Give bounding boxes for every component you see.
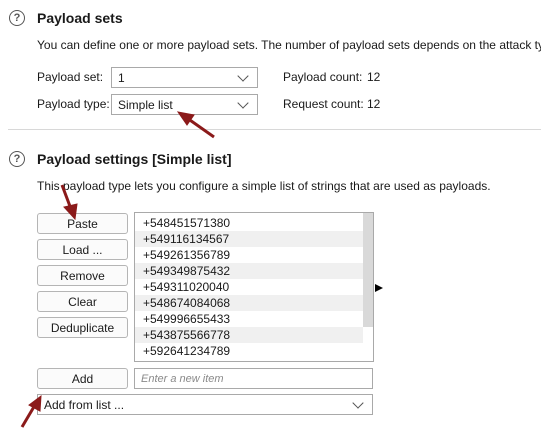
list-item[interactable]: +549261356789 xyxy=(135,247,363,263)
payload-list-items: +548451571380 +549116134567 +549261356789 +… xyxy=(135,215,363,359)
add-from-list-label: Add from list ... xyxy=(44,397,125,412)
payload-set-value: 1 xyxy=(118,70,125,85)
scrollbar-thumb[interactable] xyxy=(363,213,373,327)
list-item[interactable]: +549116134567 xyxy=(135,231,363,247)
payload-type-value: Simple list xyxy=(118,97,173,112)
list-item[interactable]: +549996655433 xyxy=(135,311,363,327)
deduplicate-button[interactable]: Deduplicate xyxy=(37,317,128,338)
request-count-value: 12 xyxy=(367,97,381,111)
request-count-label: Request count: xyxy=(283,97,364,111)
list-item[interactable]: +549311020040 xyxy=(135,279,363,295)
section-divider xyxy=(8,129,541,130)
payload-list[interactable]: +548451571380 +549116134567 +549261356789 +… xyxy=(134,212,374,362)
triangle-right-icon[interactable] xyxy=(374,283,384,293)
clear-button[interactable]: Clear xyxy=(37,291,128,312)
chevron-down-icon xyxy=(237,96,249,109)
payload-sets-description: You can define one or more payload sets.… xyxy=(37,38,541,52)
add-button[interactable]: Add xyxy=(37,368,128,389)
payload-settings-description: This payload type lets you configure a s… xyxy=(37,179,491,193)
payload-type-select[interactable]: Simple list xyxy=(111,94,258,115)
list-item[interactable]: +592641234789 xyxy=(135,343,363,359)
list-item[interactable]: +549349875432 xyxy=(135,263,363,279)
paste-button[interactable]: Paste xyxy=(37,213,128,234)
chevron-down-icon xyxy=(352,396,364,409)
add-from-list-select[interactable]: Add from list ... xyxy=(37,394,373,415)
payload-type-label: Payload type: xyxy=(37,97,110,111)
new-item-input[interactable]: Enter a new item xyxy=(134,368,373,389)
payload-count-label: Payload count: xyxy=(283,70,363,84)
help-icon[interactable]: ? xyxy=(9,151,25,167)
payload-settings-title: Payload settings [Simple list] xyxy=(37,151,232,167)
payload-count-value: 12 xyxy=(367,70,381,84)
remove-button[interactable]: Remove xyxy=(37,265,128,286)
load-button[interactable]: Load ... xyxy=(37,239,128,260)
list-item[interactable]: +548674084068 xyxy=(135,295,363,311)
list-item[interactable]: +543875566778 xyxy=(135,327,363,343)
help-icon[interactable]: ? xyxy=(9,10,25,26)
chevron-down-icon xyxy=(237,69,249,82)
red-arrow-icon xyxy=(176,111,215,139)
payload-set-label: Payload set: xyxy=(37,70,104,84)
payload-sets-title: Payload sets xyxy=(37,10,123,26)
list-item[interactable]: +548451571380 xyxy=(135,215,363,231)
payload-set-select[interactable]: 1 xyxy=(111,67,258,88)
